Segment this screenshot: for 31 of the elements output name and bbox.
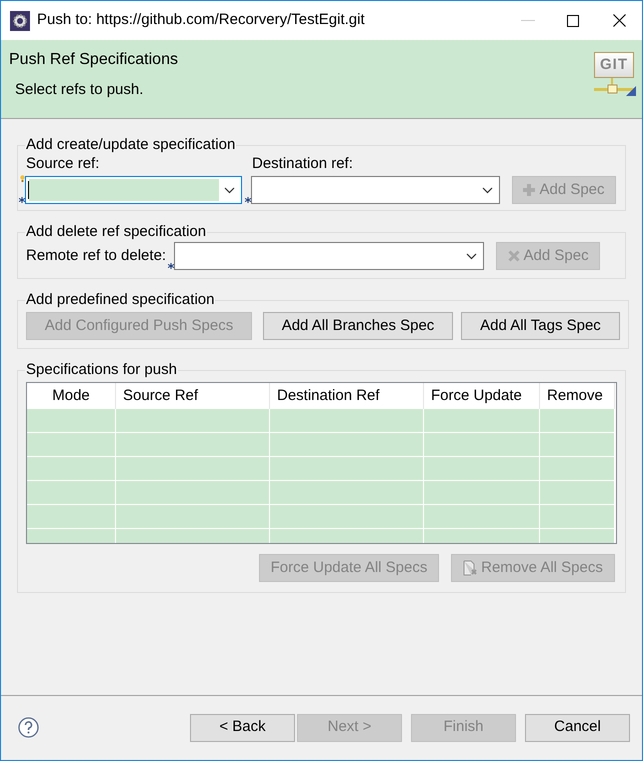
ref-combo-field[interactable]	[251, 176, 500, 204]
required-icon	[245, 197, 251, 203]
document-remove-icon	[463, 560, 478, 576]
x-icon	[508, 250, 520, 262]
predefined-spec-button[interactable]: Add All Branches Spec	[263, 312, 453, 340]
wizard-button[interactable]: Cancel	[525, 714, 630, 742]
predefined-spec-button[interactable]: Add All Tags Spec	[461, 312, 620, 340]
lightbulb-icon	[20, 175, 25, 183]
ref-combo-field[interactable]	[174, 242, 484, 270]
maximize-icon[interactable]	[567, 14, 579, 26]
plus-icon	[523, 184, 536, 196]
chevron-down-icon	[466, 252, 478, 260]
required-icon	[168, 263, 174, 269]
window-title: Push to: https://github.com/Recorvery/TestEgit.git	[37, 10, 365, 30]
help-icon[interactable]	[18, 717, 39, 738]
chevron-down-icon	[224, 186, 235, 194]
page-title: Push Ref Specifications	[9, 50, 179, 70]
wizard-button[interactable]: < Back	[190, 714, 295, 742]
ref-combo-field[interactable]	[25, 176, 242, 204]
group-title: Add delete ref specification	[25, 223, 208, 241]
group-title: Add predefined specification	[25, 291, 216, 309]
page-description: Select refs to push.	[15, 80, 144, 100]
field-label: Destination ref:	[252, 154, 354, 174]
group-title: Specifications for push	[25, 361, 178, 379]
app-icon	[10, 10, 30, 30]
required-icon	[19, 197, 25, 203]
field-label: Source ref:	[26, 154, 100, 174]
group-title: Add create/update specification	[25, 136, 236, 154]
field-label: Remote ref to delete:	[26, 246, 166, 266]
close-icon[interactable]	[613, 14, 626, 27]
chevron-down-icon	[482, 186, 493, 194]
